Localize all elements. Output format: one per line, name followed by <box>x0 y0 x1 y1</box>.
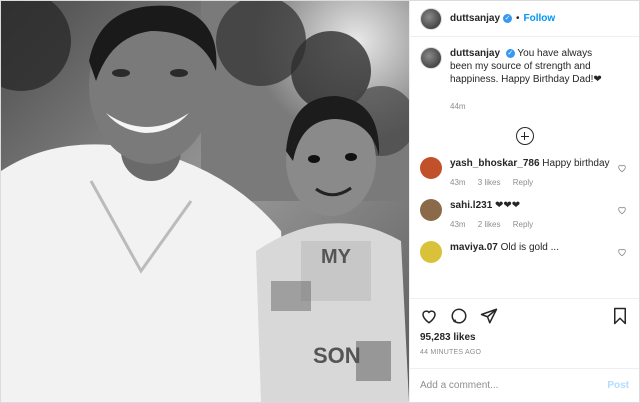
author-username[interactable]: duttsanjay <box>450 13 500 24</box>
post-actions: 95,283 likes 44 MINUTES AGO <box>410 298 639 368</box>
black-white-photo: MY SON <box>1 1 409 402</box>
share-icon[interactable] <box>480 307 498 325</box>
comment-time[interactable]: 43m <box>450 220 466 229</box>
comments-list[interactable]: duttsanjay ✓ You have always been my sou… <box>410 37 639 298</box>
comment-username[interactable]: sahi.l231 <box>450 200 492 211</box>
post-timestamp: 44 MINUTES AGO <box>420 349 482 356</box>
post-header: duttsanjay ✓ • Follow <box>410 1 639 37</box>
comment-text: ❤❤❤ <box>495 200 521 211</box>
likes-count[interactable]: 95,283 likes <box>420 332 629 343</box>
comment-item: maviya.07 Old is gold ... <box>420 241 629 263</box>
comment-input[interactable] <box>420 380 608 391</box>
comment-username[interactable]: yash_bhoskar_786 <box>450 158 540 169</box>
bookmark-icon[interactable] <box>611 307 629 325</box>
post-comment-button[interactable]: Post <box>607 380 629 391</box>
commenter-avatar[interactable] <box>420 241 442 263</box>
verified-icon: ✓ <box>503 14 513 23</box>
shirt-text-son: SON <box>313 343 361 368</box>
heart-icon[interactable] <box>617 205 627 215</box>
comment-icon[interactable] <box>450 307 468 325</box>
comment-item: sahi.l231 ❤❤❤ 43m 2 likes Reply <box>420 199 629 229</box>
reply-button[interactable]: Reply <box>513 220 533 229</box>
separator-dot: • <box>516 13 520 24</box>
comment-composer: Post <box>410 368 639 402</box>
comment-text: Old is gold ... <box>500 242 559 253</box>
comment-username[interactable]: maviya.07 <box>450 242 498 253</box>
comment-likes[interactable]: 2 likes <box>478 220 501 229</box>
caption-time: 44m <box>450 102 466 111</box>
heart-icon[interactable] <box>617 163 627 173</box>
caption-avatar[interactable] <box>420 47 442 69</box>
post-side-panel: duttsanjay ✓ • Follow duttsanjay ✓ You h… <box>409 1 639 402</box>
plus-circle-icon[interactable] <box>515 127 534 145</box>
commenter-avatar[interactable] <box>420 199 442 221</box>
heart-icon[interactable] <box>420 307 438 325</box>
verified-icon: ✓ <box>505 48 515 58</box>
commenter-avatar[interactable] <box>420 157 442 179</box>
caption: duttsanjay ✓ You have always been my sou… <box>420 47 629 113</box>
follow-button[interactable]: Follow <box>524 13 556 24</box>
reply-button[interactable]: Reply <box>513 178 533 187</box>
instagram-post: MY SON duttsanjay ✓ • Follow duttsanjay … <box>0 0 640 403</box>
post-photo[interactable]: MY SON <box>1 1 409 402</box>
comment-text: Happy birthday <box>542 158 610 169</box>
shirt-text-my: MY <box>321 246 352 268</box>
comment-time[interactable]: 43m <box>450 178 466 187</box>
caption-heart: ❤ <box>593 74 602 85</box>
comment-likes[interactable]: 3 likes <box>478 178 501 187</box>
caption-username[interactable]: duttsanjay <box>450 48 500 59</box>
author-avatar[interactable] <box>420 7 442 30</box>
comment-item: yash_bhoskar_786 Happy birthday 43m 3 li… <box>420 157 629 187</box>
load-more-comments-button[interactable] <box>420 127 629 145</box>
heart-icon[interactable] <box>617 247 627 257</box>
